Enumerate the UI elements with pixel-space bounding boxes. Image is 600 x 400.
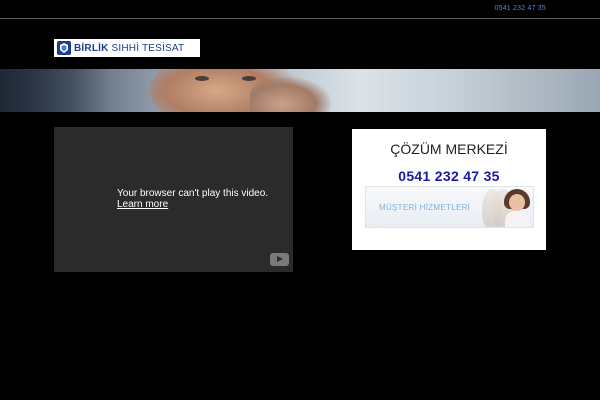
customer-service-banner-text: MÜŞTERİ HİZMETLERİ [379, 203, 471, 212]
support-panel-phone[interactable]: 0541 232 47 35 [352, 168, 546, 184]
hero-banner-image [0, 69, 600, 112]
customer-service-banner[interactable]: MÜŞTERİ HİZMETLERİ [365, 186, 534, 228]
top-bar: 0541 232 47 35 [0, 0, 600, 19]
logo-text: BİRLİK SIHHİ TESİSAT [74, 43, 184, 54]
site-logo[interactable]: BİRLİK SIHHİ TESİSAT [54, 39, 200, 57]
video-player[interactable]: Your browser can't play this video. Lear… [54, 127, 293, 272]
agent-body [505, 211, 529, 227]
video-error-text: Your browser can't play this video. [117, 188, 269, 199]
hero-shade [0, 69, 110, 112]
video-error-message: Your browser can't play this video. Lear… [117, 188, 268, 210]
support-panel: ÇÖZÜM MERKEZİ 0541 232 47 35 MÜŞTERİ HİZ… [352, 129, 546, 250]
headset-agent-image [504, 189, 530, 227]
hero-eye-left [195, 76, 209, 81]
logo-brand-bold: BİRLİK [74, 42, 109, 54]
support-panel-title: ÇÖZÜM MERKEZİ [390, 141, 508, 157]
hero-arm [250, 77, 330, 112]
agent-face [509, 194, 525, 211]
learn-more-link[interactable]: Learn more [117, 199, 268, 210]
header-phone-link[interactable]: 0541 232 47 35 [495, 5, 546, 12]
hero-eye-right [242, 76, 256, 81]
logo-emblem-icon [57, 41, 71, 55]
logo-brand-thin: SIHHİ TESİSAT [108, 42, 185, 54]
youtube-icon[interactable] [270, 253, 289, 266]
